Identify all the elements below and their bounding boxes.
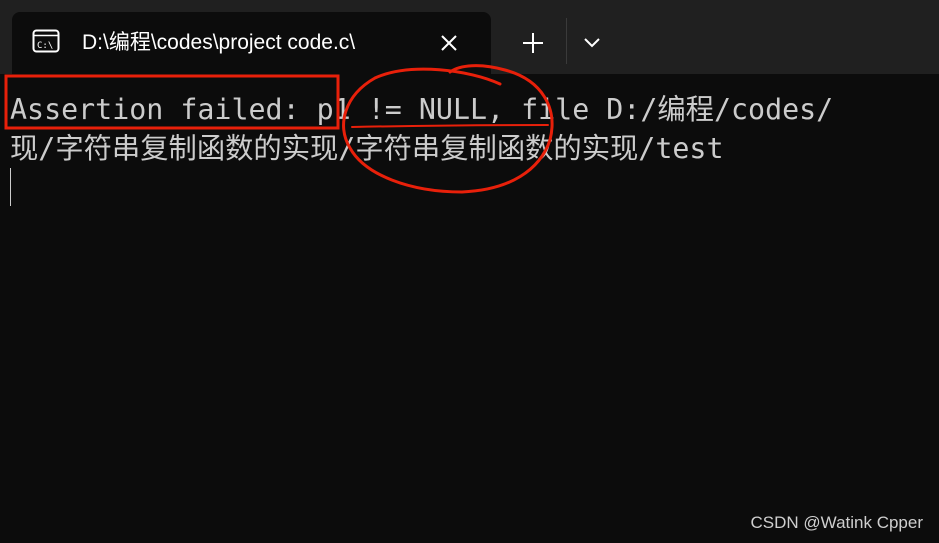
- close-icon[interactable]: [436, 30, 462, 56]
- tab-active[interactable]: C:\ D:\编程\codes\project code.c\: [12, 12, 491, 74]
- watermark: CSDN @Watink Cpper: [750, 513, 924, 532]
- tab-title: D:\编程\codes\project code.c\: [82, 31, 356, 54]
- terminal-window: C:\ D:\编程\codes\project code.c\ Assertio…: [0, 0, 939, 543]
- toolbar-divider: [566, 18, 567, 64]
- chevron-down-icon[interactable]: [578, 28, 608, 58]
- svg-text:C:\: C:\: [37, 41, 53, 51]
- text-cursor: [10, 168, 11, 206]
- terminal-output[interactable]: Assertion failed: p1 != NULL, file D:/编程…: [0, 74, 939, 543]
- output-line: 现/字符串复制函数的实现/字符串复制函数的实现/test: [10, 132, 724, 165]
- terminal-icon: C:\: [32, 29, 60, 53]
- plus-icon[interactable]: [518, 28, 548, 58]
- title-bar: C:\ D:\编程\codes\project code.c\: [0, 0, 939, 74]
- output-line: Assertion failed: p1 != NULL, file D:/编程…: [10, 93, 834, 126]
